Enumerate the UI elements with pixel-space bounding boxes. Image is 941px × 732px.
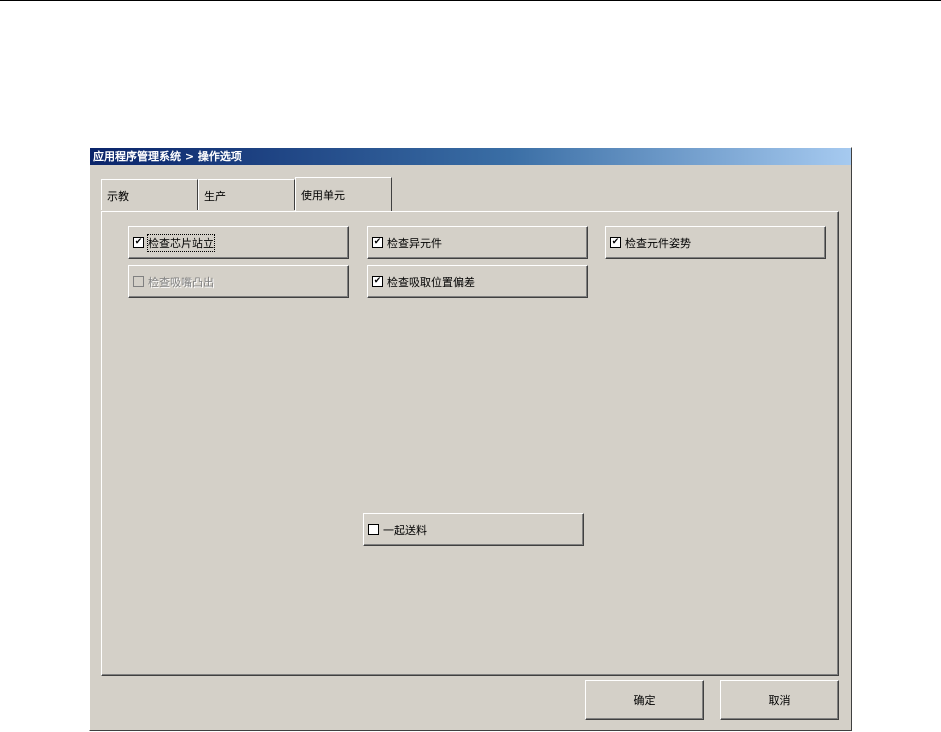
tab-use-unit[interactable]: 使用单元: [295, 177, 392, 211]
feed-together-checkbox[interactable]: [368, 524, 379, 535]
check-chip-stand-option[interactable]: ✔ 检查芯片站立: [128, 226, 349, 259]
ok-button[interactable]: 确定: [585, 680, 704, 720]
check-component-pose-label: 检查元件姿势: [625, 236, 691, 250]
check-component-pose-option[interactable]: ✔ 检查元件姿势: [605, 226, 826, 259]
tab-teach[interactable]: 示教: [101, 179, 198, 210]
dialog-title: 应用程序管理系统 > 操作选项: [90, 148, 851, 165]
feed-together-label: 一起送料: [383, 523, 427, 537]
tab-use-unit-label: 使用单元: [301, 189, 345, 202]
tab-production[interactable]: 生产: [198, 179, 295, 210]
top-divider: [0, 0, 941, 1]
check-odd-component-checkbox[interactable]: ✔: [372, 237, 383, 248]
check-chip-stand-checkbox[interactable]: ✔: [133, 237, 144, 248]
tab-teach-label: 示教: [107, 190, 129, 203]
cancel-button[interactable]: 取消: [720, 680, 839, 720]
check-pick-offset-label: 检查吸取位置偏差: [387, 275, 475, 289]
check-pick-offset-option[interactable]: ✔ 检查吸取位置偏差: [367, 265, 588, 298]
tab-production-label: 生产: [204, 190, 226, 203]
check-nozzle-protrude-option[interactable]: 检查吸嘴凸出: [128, 265, 349, 298]
check-component-pose-checkbox[interactable]: ✔: [610, 237, 621, 248]
check-nozzle-protrude-label: 检查吸嘴凸出: [148, 275, 214, 289]
check-nozzle-protrude-checkbox[interactable]: [133, 276, 144, 287]
options-dialog: 应用程序管理系统 > 操作选项 示教 生产 使用单元 ✔ 检查芯片站立 ✔ 检查…: [89, 147, 852, 731]
check-chip-stand-label: 检查芯片站立: [147, 233, 215, 252]
check-odd-component-option[interactable]: ✔ 检查异元件: [367, 226, 588, 259]
check-pick-offset-checkbox[interactable]: ✔: [372, 276, 383, 287]
check-odd-component-label: 检查异元件: [387, 236, 442, 250]
feed-together-option[interactable]: 一起送料: [363, 513, 584, 546]
